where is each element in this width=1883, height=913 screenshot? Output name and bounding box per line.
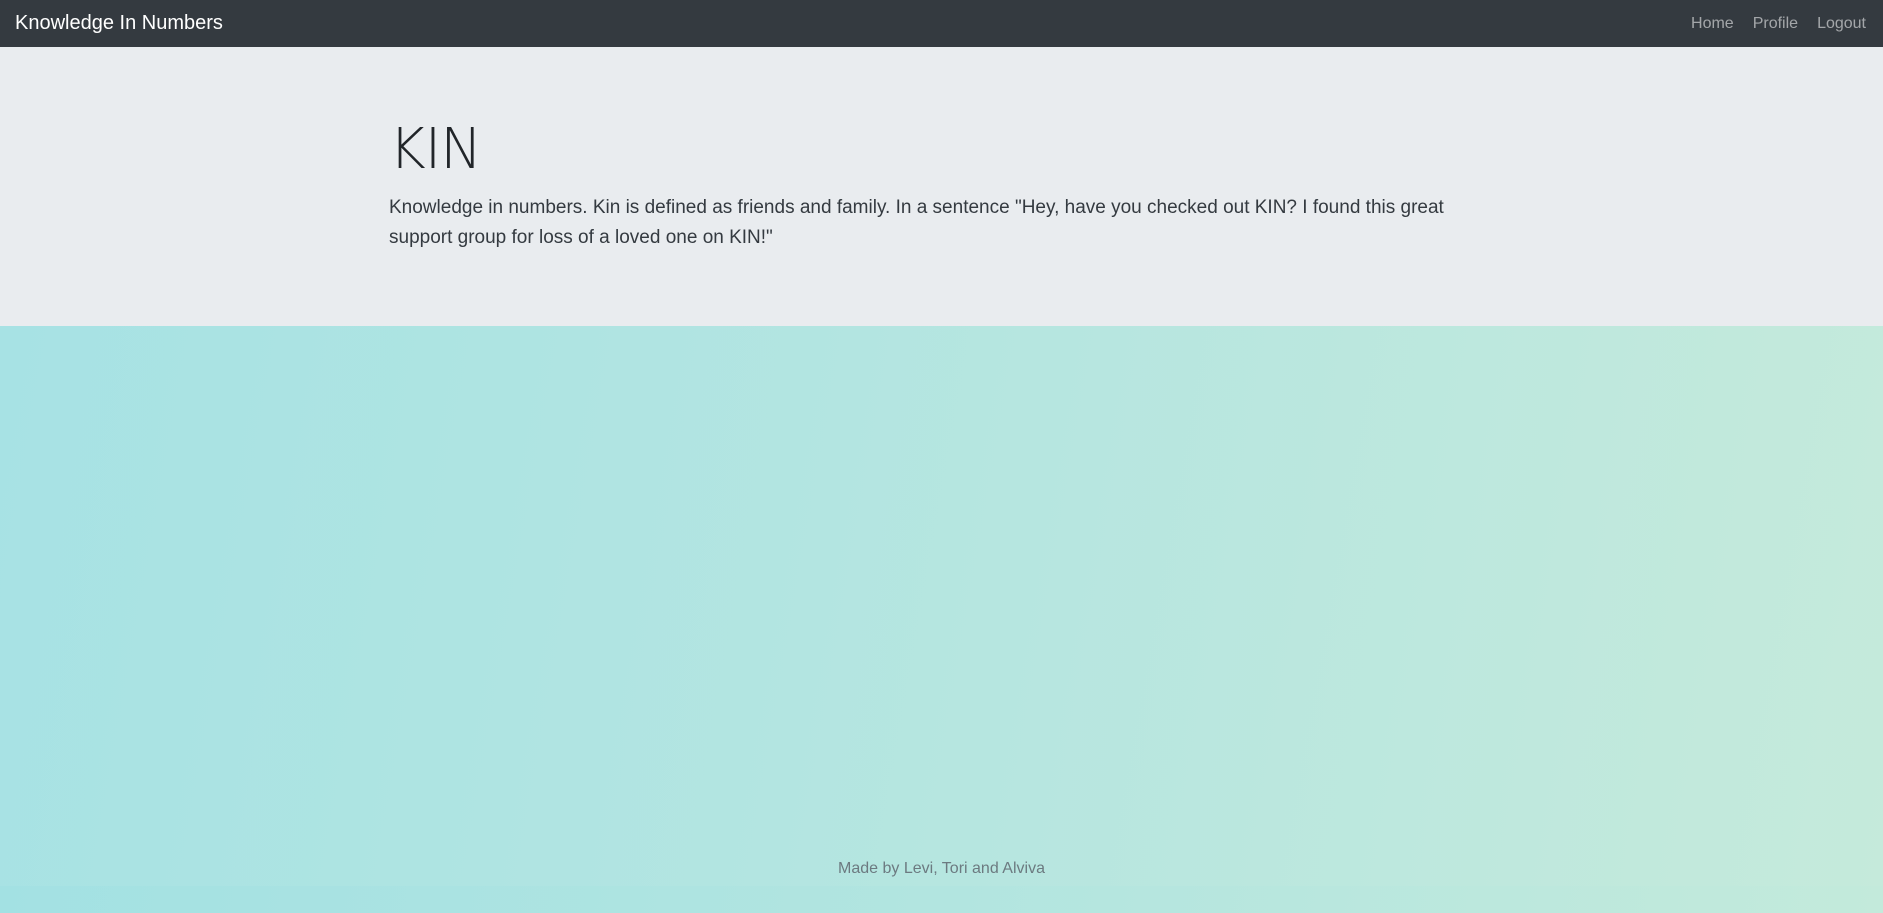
nav-link-logout[interactable]: Logout bbox=[1817, 15, 1866, 33]
hero-content: KIN Knowledge in numbers. Kin is defined… bbox=[389, 116, 1509, 252]
nav-link-profile[interactable]: Profile bbox=[1753, 15, 1798, 33]
footer-background bbox=[0, 886, 1883, 913]
hero-description: Knowledge in numbers. Kin is defined as … bbox=[389, 197, 1444, 248]
hero-jumbotron: KIN Knowledge in numbers. Kin is defined… bbox=[0, 47, 1883, 326]
brand-link[interactable]: Knowledge In Numbers bbox=[15, 12, 223, 35]
page-title: KIN bbox=[389, 117, 482, 182]
nav-links: Home Profile Logout bbox=[1691, 15, 1866, 33]
top-navbar: Knowledge In Numbers Home Profile Logout bbox=[0, 0, 1883, 47]
nav-link-home[interactable]: Home bbox=[1691, 15, 1734, 33]
footer-credits: Made by Levi, Tori and Alviva bbox=[838, 860, 1045, 877]
